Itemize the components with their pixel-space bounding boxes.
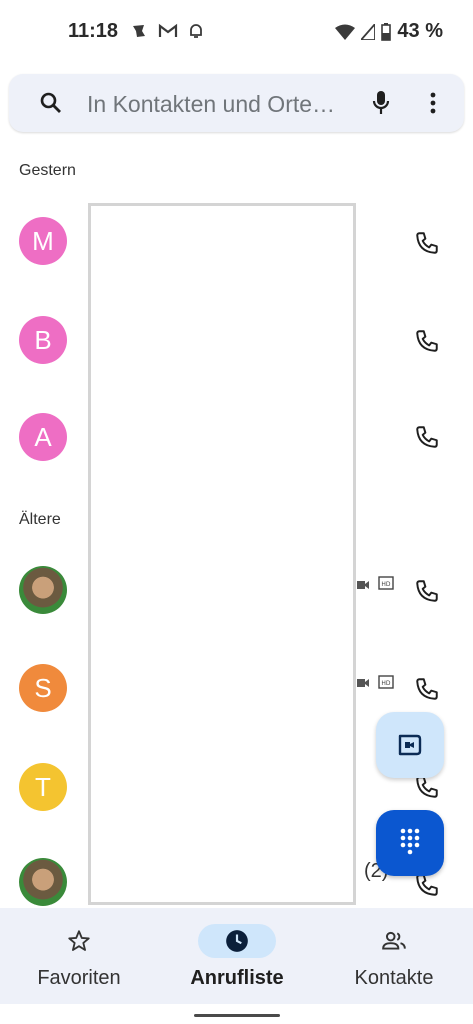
search-input[interactable]: In Kontakten und Orte… xyxy=(87,91,335,118)
battery-icon xyxy=(381,22,392,41)
section-header-older: Ältere xyxy=(19,511,61,528)
svg-text:HD: HD xyxy=(381,680,391,687)
redacted-area xyxy=(88,203,356,905)
phone-call-icon[interactable] xyxy=(414,328,440,354)
section-header-yesterday: Gestern xyxy=(19,162,76,179)
search-bar[interactable]: In Kontakten und Orte… xyxy=(9,74,464,132)
avatar[interactable]: A xyxy=(19,413,67,461)
bell-icon xyxy=(190,24,202,38)
tab-favorites-label: Favoriten xyxy=(37,967,121,989)
status-time: 11:18 xyxy=(68,20,119,42)
phone-call-icon[interactable] xyxy=(414,230,440,256)
tab-contacts-label: Kontakte xyxy=(354,967,434,989)
avatar[interactable]: B xyxy=(19,316,67,364)
avatar-photo[interactable] xyxy=(19,566,67,614)
video-call-indicator-icon xyxy=(357,581,369,589)
wifi-icon xyxy=(335,24,356,40)
avatar[interactable]: S xyxy=(19,664,67,712)
hd-voice-icon: HD xyxy=(378,576,394,590)
tab-call-log[interactable]: Anrufliste xyxy=(158,908,316,1004)
video-call-fab[interactable] xyxy=(376,712,444,778)
avatar[interactable]: M xyxy=(19,217,67,265)
phone-call-icon[interactable] xyxy=(414,424,440,450)
star-icon xyxy=(68,930,90,951)
phone-call-icon[interactable] xyxy=(414,676,440,702)
people-icon xyxy=(382,931,406,950)
microphone-icon[interactable] xyxy=(371,89,391,117)
search-icon[interactable] xyxy=(39,91,63,115)
video-camera-icon xyxy=(398,734,422,756)
active-tab-indicator xyxy=(198,924,276,958)
avatar-photo[interactable] xyxy=(19,858,67,906)
dialpad-icon xyxy=(400,828,420,855)
tab-contacts[interactable]: Kontakte xyxy=(315,908,473,1004)
video-call-indicator-icon xyxy=(357,679,369,687)
tab-call-log-label: Anrufliste xyxy=(190,967,284,989)
svg-text:HD: HD xyxy=(381,581,391,588)
status-bar: 11:18 43 % xyxy=(0,0,473,62)
app-notification-icon xyxy=(133,25,145,37)
hd-voice-icon: HD xyxy=(378,675,394,689)
avatar[interactable]: T xyxy=(19,763,67,811)
bottom-navigation: Favoriten Anrufliste Kontakte xyxy=(0,908,473,1004)
gmail-icon xyxy=(158,23,178,37)
phone-call-icon[interactable] xyxy=(414,578,440,604)
tab-favorites[interactable]: Favoriten xyxy=(0,908,158,1004)
battery-percentage: 43 % xyxy=(397,20,443,42)
cell-signal-icon xyxy=(361,23,376,40)
gesture-navigation-bar[interactable] xyxy=(194,1014,280,1017)
dialpad-fab[interactable] xyxy=(376,810,444,876)
clock-icon xyxy=(226,930,248,952)
more-options-icon[interactable] xyxy=(429,91,437,115)
